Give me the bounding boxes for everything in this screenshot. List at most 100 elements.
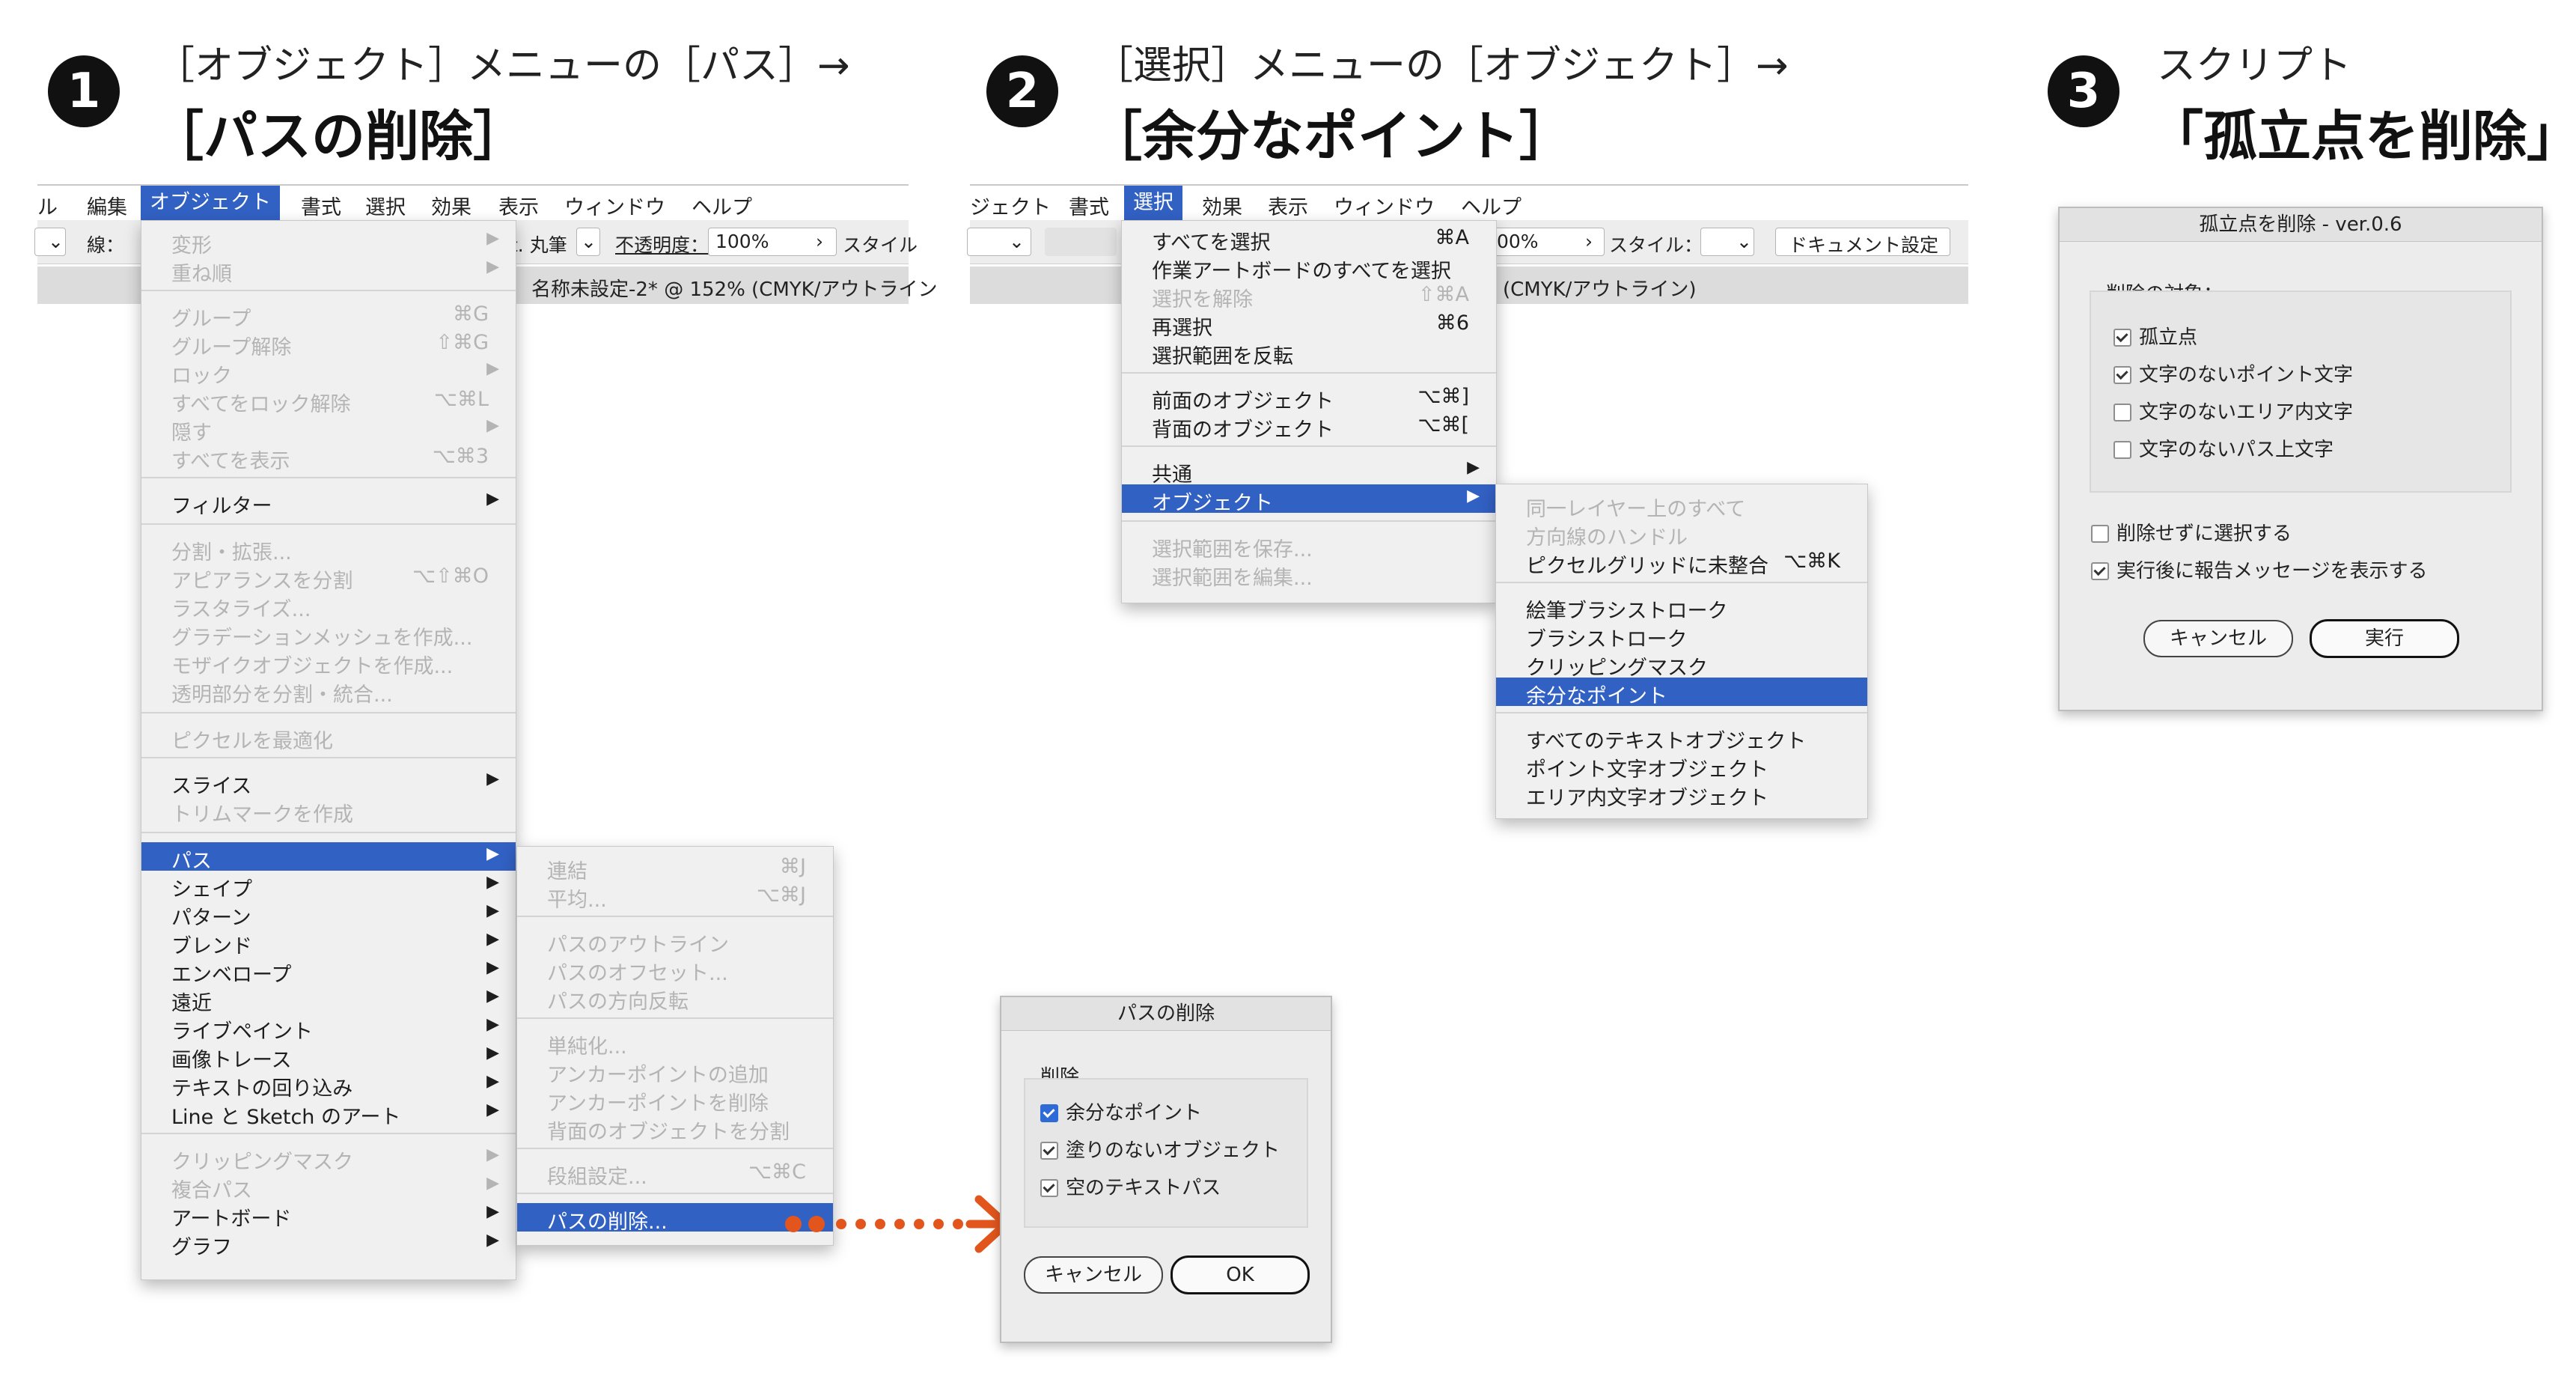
checkbox-icon[interactable] xyxy=(2113,329,2131,347)
menu-item-select-all[interactable]: すべてを選択 ⌘A xyxy=(1122,224,1496,255)
menu-item-graph[interactable]: グラフ ▶ xyxy=(141,1229,516,1259)
menubar-item-window[interactable]: ウィンドウ xyxy=(564,191,665,220)
submenu-item-divide-below[interactable]: 背面のオブジェクトを分割 xyxy=(517,1113,833,1144)
menu-item-save-selection[interactable]: 選択範囲を保存... xyxy=(1122,531,1496,561)
submenu-item-simplify[interactable]: 単純化... xyxy=(517,1028,833,1059)
menu-item-trim-marks[interactable]: トリムマークを作成 xyxy=(141,796,516,827)
menubar-item-view[interactable]: 表示 xyxy=(498,191,539,220)
submenu-item-not-pixel-aligned[interactable]: ピクセルグリッドに未整合 ⌥⌘K xyxy=(1496,547,1867,578)
submenu-item-stray-points[interactable]: 余分なポイント xyxy=(1496,678,1867,708)
menubar-item-type[interactable]: 書式 xyxy=(301,191,341,220)
menubar-item-object[interactable]: ジェクト xyxy=(970,191,1051,220)
submenu-item-join[interactable]: 連結 ⌘J xyxy=(517,853,833,883)
menubar-item-view[interactable]: 表示 xyxy=(1268,191,1308,220)
ok-button[interactable]: OK xyxy=(1171,1255,1310,1294)
menu-item-flatten-transparency[interactable]: 透明部分を分割・統合... xyxy=(141,676,516,707)
menu-item-expand[interactable]: 分割・拡張... xyxy=(141,534,516,564)
checkbox-icon[interactable] xyxy=(2113,366,2131,384)
checkbox-show-report[interactable]: 実行後に報告メッセージを表示する xyxy=(2091,556,2427,583)
submenu-item-average[interactable]: 平均... ⌥⌘J xyxy=(517,881,833,912)
menu-item-expand-appearance[interactable]: アピアランスを分割 ⌥⇧⌘O xyxy=(141,562,516,593)
menubar-item-edit[interactable]: 編集 xyxy=(87,191,127,220)
menubar-item[interactable]: ル xyxy=(37,191,58,220)
menu-item-unlock-all[interactable]: すべてをロック解除 ⌥⌘L xyxy=(141,386,516,416)
menu-item-show-all[interactable]: すべてを表示 ⌥⌘3 xyxy=(141,442,516,473)
menu-item-next-object-above[interactable]: 前面のオブジェクト ⌥⌘] xyxy=(1122,383,1496,413)
menu-item-perspective[interactable]: 遠近 ▶ xyxy=(141,984,516,1015)
menubar-item-object[interactable]: オブジェクト xyxy=(141,186,280,220)
checkbox-select-only[interactable]: 削除せずに選択する xyxy=(2091,518,2292,546)
submenu-item-all-text-objects[interactable]: すべてのテキストオブジェクト xyxy=(1496,722,1867,753)
menu-item-pixel-optimize[interactable]: ピクセルを最適化 xyxy=(141,722,516,753)
menu-item-blend[interactable]: ブレンド ▶ xyxy=(141,928,516,958)
submenu-item-area-text[interactable]: エリア内文字オブジェクト xyxy=(1496,779,1867,810)
chevron-down-icon[interactable]: ⌄ xyxy=(1009,231,1025,252)
checkbox-icon[interactable] xyxy=(2113,441,2131,459)
checkbox-checked-icon[interactable] xyxy=(1040,1142,1058,1160)
menu-item-image-trace[interactable]: 画像トレース ▶ xyxy=(141,1041,516,1072)
menu-item-same[interactable]: 共通 ▶ xyxy=(1122,456,1496,487)
menu-item-transform[interactable]: 変形 ▶ xyxy=(141,227,516,258)
menu-item-hide[interactable]: 隠す ▶ xyxy=(141,414,516,445)
brush-name[interactable]: t. 丸筆 xyxy=(510,231,567,258)
submenu-item-brush-strokes[interactable]: ブラシストローク xyxy=(1496,621,1867,651)
menu-item-rasterize[interactable]: ラスタライズ... xyxy=(141,591,516,621)
checkbox-unpainted-objects[interactable]: 塗りのないオブジェクト xyxy=(1040,1135,1280,1163)
run-button[interactable]: 実行 xyxy=(2310,619,2459,658)
menu-item-envelope[interactable]: エンベロープ ▶ xyxy=(141,956,516,987)
menu-item-live-paint[interactable]: ライブペイント ▶ xyxy=(141,1013,516,1044)
checkbox-icon[interactable] xyxy=(2091,562,2109,580)
checkbox-empty-area-text[interactable]: 文字のないエリア内文字 xyxy=(2113,397,2353,424)
document-tab-title[interactable]: 名称未設定-2* @ 152% (CMYK/アウトライン xyxy=(531,274,937,302)
chevron-right-icon[interactable]: › xyxy=(816,231,823,252)
submenu-item-same-layer[interactable]: 同一レイヤー上のすべて xyxy=(1496,490,1867,521)
submenu-item-clipping-masks[interactable]: クリッピングマスク xyxy=(1496,649,1867,680)
submenu-item-add-anchor[interactable]: アンカーポイントの追加 xyxy=(517,1056,833,1087)
submenu-item-remove-anchor[interactable]: アンカーポイントを削除 xyxy=(517,1085,833,1115)
menu-item-path[interactable]: パス ▶ xyxy=(141,842,516,873)
cancel-button[interactable]: キャンセル xyxy=(1024,1256,1163,1294)
menu-item-clipping-mask[interactable]: クリッピングマスク ▶ xyxy=(141,1143,516,1174)
menu-item-lock[interactable]: ロック ▶ xyxy=(141,357,516,388)
menu-item-ungroup[interactable]: グループ解除 ⇧⌘G xyxy=(141,329,516,359)
menu-item-inverse[interactable]: 選択範囲を反転 xyxy=(1122,338,1496,368)
chevron-right-icon[interactable]: › xyxy=(1585,231,1593,252)
menubar-item-help[interactable]: ヘルプ xyxy=(692,191,752,220)
menubar-item-type[interactable]: 書式 xyxy=(1069,191,1109,220)
menu-item-line-sketch[interactable]: Line と Sketch のアート ▶ xyxy=(141,1098,516,1129)
submenu-item-reverse-path[interactable]: パスの方向反転 xyxy=(517,983,833,1014)
menu-item-select-all-artboard[interactable]: 作業アートボードのすべてを選択 xyxy=(1122,252,1496,283)
menu-item-mosaic[interactable]: モザイクオブジェクトを作成... xyxy=(141,648,516,678)
checkbox-empty-point-text[interactable]: 文字のないポイント文字 xyxy=(2113,359,2353,387)
checkbox-icon[interactable] xyxy=(2113,404,2131,421)
checkbox-checked-icon[interactable] xyxy=(1040,1104,1058,1122)
menubar-item-help[interactable]: ヘルプ xyxy=(1461,191,1522,220)
menu-item-filter[interactable]: フィルター ▶ xyxy=(141,487,516,518)
submenu-item-direction-handles[interactable]: 方向線のハンドル xyxy=(1496,519,1867,550)
menu-item-group[interactable]: グループ ⌘G xyxy=(141,300,516,331)
menu-item-gradient-mesh[interactable]: グラデーションメッシュを作成... xyxy=(141,619,516,650)
menubar-item-select[interactable]: 選択 xyxy=(1124,186,1182,220)
checkbox-empty-text-paths[interactable]: 空のテキストパス xyxy=(1040,1172,1221,1200)
submenu-item-point-text[interactable]: ポイント文字オブジェクト xyxy=(1496,751,1867,782)
menu-item-next-object-below[interactable]: 背面のオブジェクト ⌥⌘[ xyxy=(1122,411,1496,442)
checkbox-checked-icon[interactable] xyxy=(1040,1179,1058,1197)
submenu-item-split-grid[interactable]: 段組設定... ⌥⌘C xyxy=(517,1158,833,1189)
menu-item-deselect[interactable]: 選択を解除 ⇧⌘A xyxy=(1122,281,1496,311)
checkbox-stray-points[interactable]: 孤立点 xyxy=(2113,322,2197,350)
document-tab-title[interactable]: (CMYK/アウトライン) xyxy=(1503,274,1697,302)
menubar-item-effect[interactable]: 効果 xyxy=(1202,191,1242,220)
menu-item-arrange[interactable]: 重ね順 ▶ xyxy=(141,255,516,286)
menu-item-edit-selection[interactable]: 選択範囲を編集... xyxy=(1122,559,1496,590)
submenu-item-offset-path[interactable]: パスのオフセット... xyxy=(517,955,833,985)
menubar-item-select[interactable]: 選択 xyxy=(365,191,406,220)
menu-item-reselect[interactable]: 再選択 ⌘6 xyxy=(1122,309,1496,340)
submenu-item-outline-stroke[interactable]: パスのアウトライン xyxy=(517,926,833,957)
cancel-button[interactable]: キャンセル xyxy=(2143,620,2293,657)
menubar-item-window[interactable]: ウィンドウ xyxy=(1334,191,1435,220)
menu-item-artboards[interactable]: アートボード ▶ xyxy=(141,1200,516,1231)
menubar-item-effect[interactable]: 効果 xyxy=(431,191,471,220)
menu-item-pattern[interactable]: パターン ▶ xyxy=(141,899,516,930)
menu-item-shape[interactable]: シェイプ ▶ xyxy=(141,871,516,901)
checkbox-icon[interactable] xyxy=(2091,525,2109,543)
